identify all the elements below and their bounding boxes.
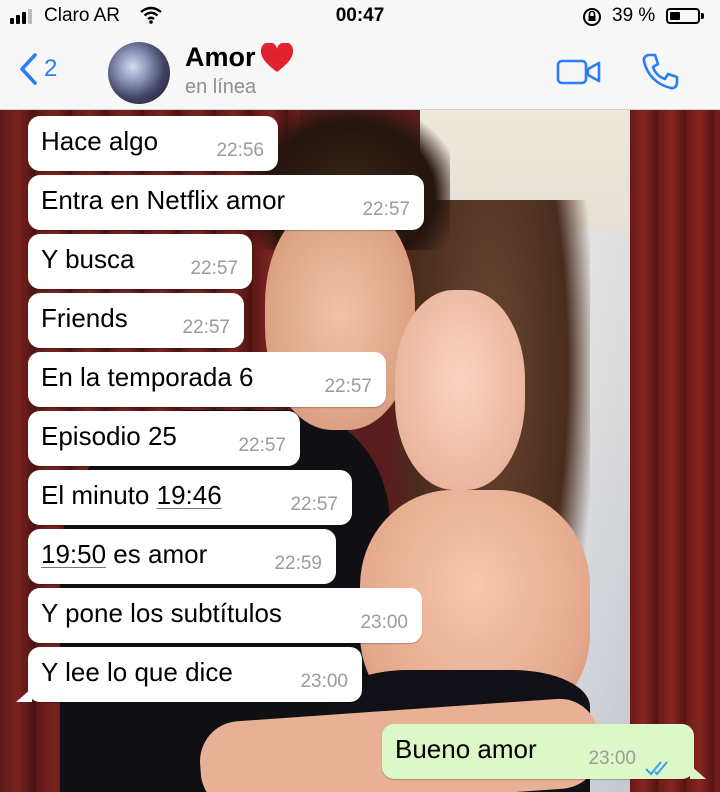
chat-area[interactable]: Hace algo 22:56 Entra en Netflix amor 22… <box>0 110 720 792</box>
time-link[interactable]: 19:46 <box>157 480 222 510</box>
message-bubble-incoming[interactable]: 19:50 es amor 22:59 <box>28 529 336 584</box>
unread-count: 2 <box>44 55 58 82</box>
bubble-tail <box>690 765 706 779</box>
message-time: 22:57 <box>290 494 338 515</box>
message-bubble-incoming[interactable]: Friends 22:57 <box>28 293 244 348</box>
message-bubble-incoming[interactable]: Hace algo 22:56 <box>28 116 278 171</box>
message-time: 22:57 <box>190 258 238 279</box>
message-text-suffix: es amor <box>106 539 208 569</box>
message-text: Y lee lo que dice <box>41 657 233 687</box>
message-text: Y busca <box>41 244 135 274</box>
message-text: Bueno amor <box>395 734 537 764</box>
contact-name[interactable]: Amor <box>185 42 256 73</box>
chevron-left-icon <box>20 53 37 85</box>
message-time: 23:00 <box>300 671 348 692</box>
message-text: 19:50 es amor <box>41 539 207 570</box>
voice-call-button[interactable] <box>640 52 680 97</box>
message-bubble-incoming[interactable]: Episodio 25 22:57 <box>28 411 300 466</box>
message-time: 23:00 <box>588 748 636 769</box>
contact-status: en línea <box>185 76 257 98</box>
message-time: 22:57 <box>324 376 372 397</box>
message-text: Y pone los subtítulos <box>41 598 282 628</box>
rotation-lock-icon <box>581 6 603 34</box>
message-text: Episodio 25 <box>41 421 177 451</box>
message-text: Entra en Netflix amor <box>41 185 286 215</box>
battery-percent: 39 % <box>612 5 656 26</box>
chat-header: 2 Amor en línea <box>0 34 720 110</box>
message-time: 22:59 <box>274 553 322 574</box>
message-time: 22:57 <box>238 435 286 456</box>
message-text: Friends <box>41 303 128 333</box>
message-text-prefix: El minuto <box>41 480 157 510</box>
message-time: 22:57 <box>362 199 410 220</box>
message-time: 22:57 <box>182 317 230 338</box>
time-link[interactable]: 19:50 <box>41 539 106 569</box>
message-bubble-incoming[interactable]: Y pone los subtítulos 23:00 <box>28 588 422 643</box>
contact-avatar[interactable] <box>108 42 170 104</box>
message-bubble-incoming[interactable]: El minuto 19:46 22:57 <box>28 470 352 525</box>
video-call-button[interactable] <box>556 58 602 91</box>
battery-icon <box>666 8 700 24</box>
heart-icon <box>260 42 294 78</box>
message-bubble-incoming[interactable]: En la temporada 6 22:57 <box>28 352 386 407</box>
message-text: Hace algo <box>41 126 159 156</box>
message-bubble-incoming[interactable]: Entra en Netflix amor 22:57 <box>28 175 424 230</box>
message-time: 22:56 <box>216 140 264 161</box>
status-bar: Claro AR 00:47 39 % <box>0 0 720 34</box>
message-bubble-incoming[interactable]: Y busca 22:57 <box>28 234 252 289</box>
message-text: El minuto 19:46 <box>41 480 222 511</box>
phone-icon <box>642 53 679 90</box>
message-text: En la temporada 6 <box>41 362 254 392</box>
battery-tip <box>701 13 704 19</box>
double-check-icon <box>644 752 674 783</box>
back-button[interactable]: 2 <box>18 52 57 86</box>
message-time: 23:00 <box>360 612 408 633</box>
video-camera-icon <box>556 59 601 85</box>
message-bubble-outgoing[interactable]: Bueno amor 23:00 <box>382 724 706 779</box>
bubble-tail <box>16 688 32 702</box>
message-bubble-incoming[interactable]: Y lee lo que dice 23:00 <box>16 647 362 702</box>
